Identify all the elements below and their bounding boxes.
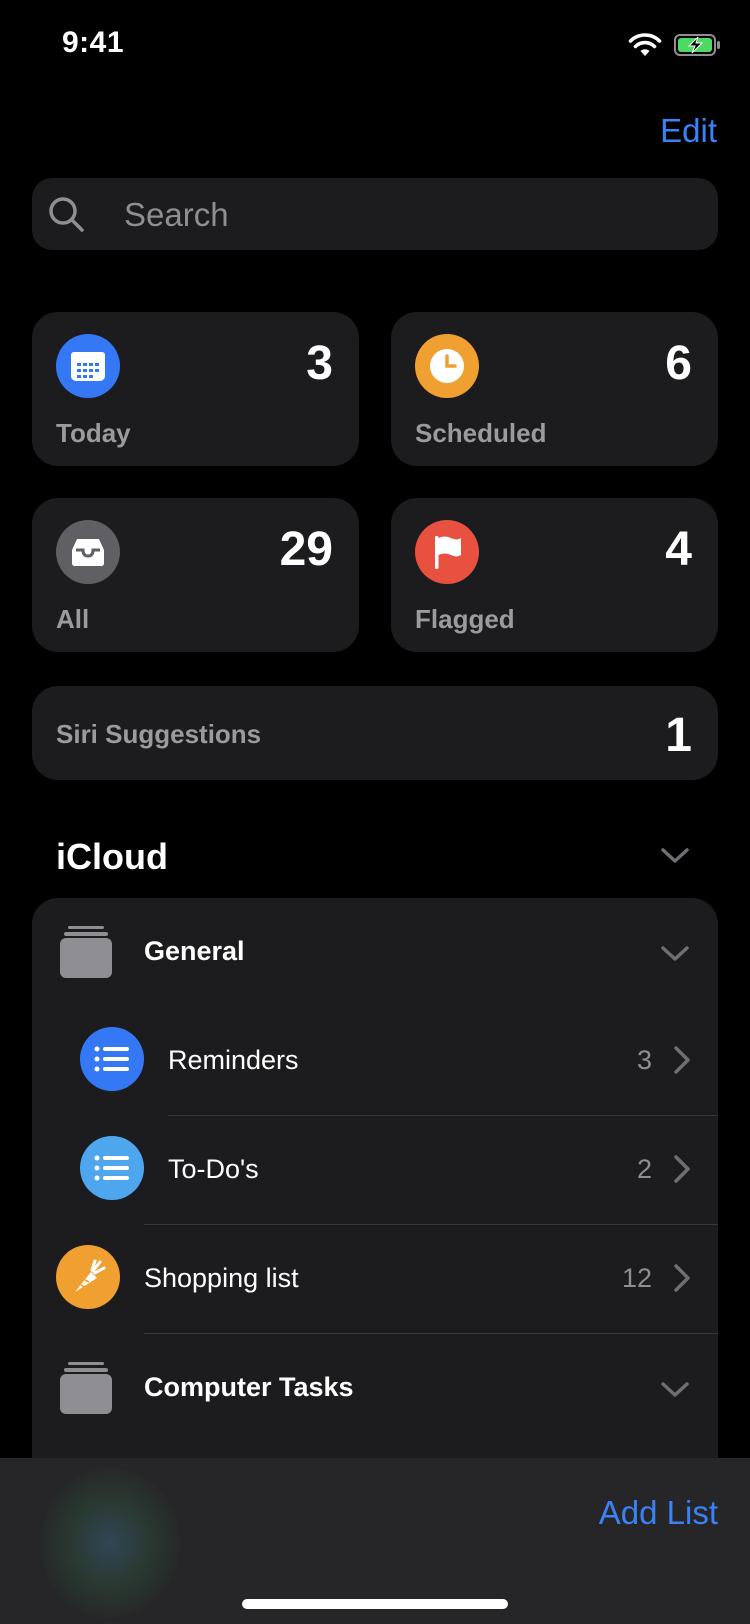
list-row-reminders[interactable]: Reminders 3 <box>32 1007 718 1116</box>
list-count-reminders: 3 <box>636 1045 652 1075</box>
calendar-icon <box>71 352 105 381</box>
chevron-right-icon[interactable] <box>672 1263 692 1293</box>
scheduled-card[interactable]: 6 Scheduled <box>391 312 718 466</box>
today-count: 3 <box>306 337 333 390</box>
search-field[interactable]: Search <box>32 178 718 250</box>
scheduled-count: 6 <box>665 337 692 390</box>
all-count: 29 <box>279 523 333 576</box>
edit-button[interactable]: Edit <box>660 112 717 150</box>
list-row-to-dos[interactable]: To-Do's 2 <box>32 1116 718 1225</box>
scheduled-icon-circle <box>415 334 479 398</box>
list-label-to-dos: To-Do's <box>168 1154 259 1184</box>
list-row-shopping-list[interactable]: Shopping list 12 <box>32 1225 718 1334</box>
icloud-section-title: iCloud <box>56 836 168 877</box>
wifi-icon <box>628 33 662 56</box>
tray-icon <box>72 539 104 566</box>
group-row-general[interactable]: General <box>32 898 718 1007</box>
all-card[interactable]: 29 All <box>32 498 359 652</box>
add-list-button[interactable]: Add List <box>599 1494 718 1532</box>
search-placeholder: Search <box>124 196 229 233</box>
list-count-to-dos: 2 <box>636 1154 652 1184</box>
folder-icon <box>60 1362 112 1414</box>
battery-icon <box>674 34 720 56</box>
siri-glow <box>40 1468 180 1618</box>
list-icon <box>80 1027 144 1091</box>
list-count-shopping-list: 12 <box>621 1263 652 1293</box>
flagged-card[interactable]: 4 Flagged <box>391 498 718 652</box>
carrot-icon <box>56 1245 120 1309</box>
scheduled-label: Scheduled <box>415 418 547 448</box>
list-label-shopping-list: Shopping list <box>144 1263 299 1293</box>
chevron-down-icon[interactable] <box>660 942 690 966</box>
group-label-general: General <box>144 936 245 966</box>
search-icon <box>49 197 84 232</box>
all-icon-circle <box>56 520 120 584</box>
chevron-right-icon[interactable] <box>672 1045 692 1075</box>
flagged-count: 4 <box>665 523 692 576</box>
siri-suggestions-card[interactable]: Siri Suggestions 1 <box>32 686 718 780</box>
status-time: 9:41 <box>62 26 125 59</box>
folder-icon <box>60 926 112 978</box>
chevron-right-icon[interactable] <box>672 1154 692 1184</box>
flagged-icon-circle <box>415 520 479 584</box>
home-indicator[interactable] <box>242 1599 508 1609</box>
list-icon <box>80 1136 144 1200</box>
clock-icon <box>430 349 464 383</box>
all-label: All <box>56 604 90 634</box>
today-card[interactable]: 3 Today <box>32 312 359 466</box>
group-label-computer-tasks: Computer Tasks <box>144 1372 354 1402</box>
today-label: Today <box>56 418 131 448</box>
list-label-reminders: Reminders <box>168 1045 299 1075</box>
today-icon-circle <box>56 334 120 398</box>
flagged-label: Flagged <box>415 604 515 634</box>
siri-suggestions-count: 1 <box>665 709 692 762</box>
chevron-down-icon[interactable] <box>660 1378 690 1402</box>
status-bar: 9:41 <box>0 0 750 90</box>
flag-icon <box>435 536 461 569</box>
chevron-down-icon[interactable] <box>660 844 690 868</box>
siri-suggestions-label: Siri Suggestions <box>56 719 262 749</box>
icloud-list-panel: General Reminders 3 To-Do's 2 Shopping l… <box>32 898 718 1458</box>
group-row-computer-tasks[interactable]: Computer Tasks <box>32 1334 718 1443</box>
